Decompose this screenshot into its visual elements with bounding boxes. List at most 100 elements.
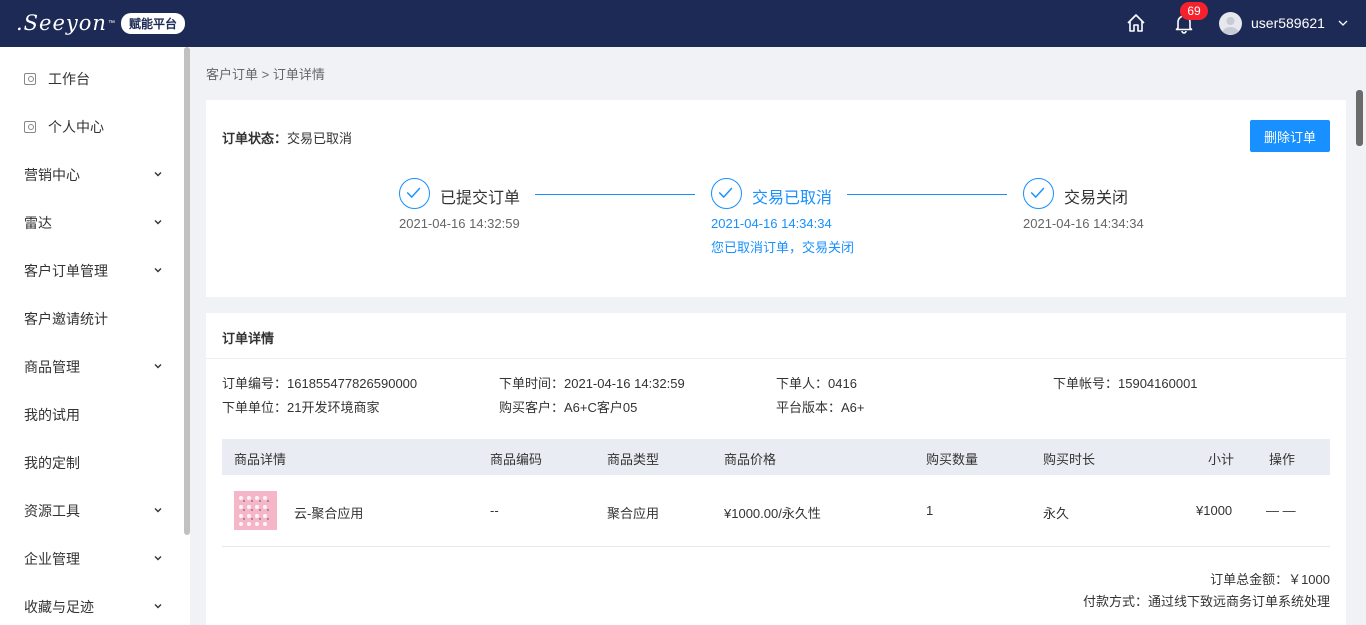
table-header: 商品详情 商品编码 商品类型 商品价格 购买数量 购买时长 小计 操作 bbox=[222, 439, 1330, 475]
logo-tm: ™ bbox=[107, 19, 115, 27]
sidebar-item-label: 营销中心 bbox=[24, 167, 80, 183]
order-total: 订单总金额：￥1000 bbox=[1210, 572, 1330, 587]
sidebar-item-favorites[interactable]: 收藏与足迹 bbox=[0, 583, 184, 625]
column-header: 商品类型 bbox=[607, 452, 660, 467]
sidebar-item-label: 资源工具 bbox=[24, 503, 80, 519]
column-header: 购买数量 bbox=[926, 452, 979, 467]
chevron-down-icon bbox=[154, 268, 162, 273]
chevron-down-icon bbox=[154, 172, 162, 177]
order-detail-card: 订单详情 订单编号：161855477826590000 下单时间：2021-0… bbox=[206, 313, 1346, 625]
sidebar-item-products[interactable]: 商品管理 bbox=[0, 343, 184, 391]
sidebar-item-invite-stats[interactable]: 客户邀请统计 bbox=[0, 295, 184, 343]
platform-version: 平台版本：A6+ bbox=[776, 400, 865, 415]
buyer-customer: 购买客户：A6+C客户05 bbox=[499, 400, 638, 415]
sidebar-item-marketing[interactable]: 营销中心 bbox=[0, 151, 184, 199]
workbench-icon bbox=[24, 73, 36, 85]
sidebar-item-enterprise[interactable]: 企业管理 bbox=[0, 535, 184, 583]
order-status-card: 订单状态：交易已取消 删除订单 已提交订单 2021-04-16 14:32:5… bbox=[206, 100, 1346, 297]
seeyon-logo[interactable]: .Seeyon ™ 赋能平台 bbox=[16, 9, 185, 37]
order-status-label: 订单状态： bbox=[222, 131, 288, 146]
main-scrollbar-thumb[interactable] bbox=[1356, 90, 1363, 146]
order-unit: 下单单位：21开发环境商家 bbox=[222, 400, 380, 415]
sidebar-item-label: 雷达 bbox=[24, 215, 52, 231]
avatar[interactable] bbox=[1219, 12, 1242, 35]
sidebar-item-label: 我的试用 bbox=[24, 407, 80, 423]
order-account: 下单帐号：15904160001 bbox=[1053, 376, 1198, 391]
sidebar-scrollbar[interactable] bbox=[184, 47, 190, 535]
chevron-down-icon bbox=[154, 364, 162, 369]
step-description: 您已取消订单，交易关闭 bbox=[711, 240, 855, 255]
sidebar-item-label: 企业管理 bbox=[24, 551, 80, 567]
column-header: 操作 bbox=[1269, 452, 1296, 467]
sidebar-item-workbench[interactable]: 工作台 bbox=[0, 55, 184, 103]
order-time: 下单时间：2021-04-16 14:32:59 bbox=[499, 376, 685, 391]
step-time: 2021-04-16 14:34:34 bbox=[1023, 216, 1144, 231]
order-detail-title: 订单详情 bbox=[222, 331, 275, 346]
subtotal: ¥1000 bbox=[1196, 503, 1233, 518]
product-name[interactable]: 云-聚合应用 bbox=[294, 503, 363, 522]
breadcrumb: 客户订单 > 订单详情 bbox=[206, 64, 325, 83]
order-status-value: 交易已取消 bbox=[287, 131, 353, 146]
sidebar-item-label: 客户订单管理 bbox=[24, 263, 108, 279]
breadcrumb-separator: > bbox=[261, 67, 270, 82]
notification-badge: 69 bbox=[1180, 2, 1208, 20]
sidebar-item-personal-center[interactable]: 个人中心 bbox=[0, 103, 184, 151]
username[interactable]: user589621 bbox=[1251, 15, 1325, 31]
sidebar-item-customer-orders[interactable]: 客户订单管理 bbox=[0, 247, 184, 295]
chevron-down-icon bbox=[154, 556, 162, 561]
column-header: 商品编码 bbox=[490, 452, 543, 467]
chevron-down-icon[interactable] bbox=[1338, 18, 1348, 28]
divider bbox=[206, 358, 1346, 359]
home-icon[interactable] bbox=[1125, 12, 1147, 34]
product-price: ¥1000.00/永久性 bbox=[724, 506, 821, 521]
orderer: 下单人：0416 bbox=[776, 376, 857, 391]
chevron-down-icon bbox=[154, 508, 162, 513]
delete-order-button[interactable]: 删除订单 bbox=[1250, 120, 1330, 152]
table-row: 云-聚合应用 -- 聚合应用 ¥1000.00/永久性 1 永久 ¥1000 —… bbox=[222, 475, 1330, 547]
user-avatar-icon bbox=[1222, 17, 1239, 34]
sidebar-item-label: 工作台 bbox=[48, 71, 90, 87]
main-scrollbar-track bbox=[1354, 88, 1365, 625]
sidebar: 工作台 个人中心 营销中心 雷达 客户订单管理 客户邀请统计 商品管理 我的试用… bbox=[0, 47, 190, 625]
logo-text: .Seeyon bbox=[16, 11, 107, 35]
sidebar-item-radar[interactable]: 雷达 bbox=[0, 199, 184, 247]
sidebar-item-my-trials[interactable]: 我的试用 bbox=[0, 391, 184, 439]
row-action: — — bbox=[1266, 503, 1296, 518]
step-time: 2021-04-16 14:32:59 bbox=[399, 216, 520, 231]
check-icon bbox=[1023, 178, 1054, 209]
step-title: 交易关闭 bbox=[1064, 190, 1129, 207]
check-icon bbox=[711, 178, 742, 209]
column-header: 商品价格 bbox=[724, 452, 777, 467]
personal-icon bbox=[24, 121, 36, 133]
breadcrumb-parent[interactable]: 客户订单 bbox=[206, 67, 258, 82]
payment-method: 付款方式：通过线下致远商务订单系统处理 bbox=[1082, 594, 1330, 609]
step-title: 已提交订单 bbox=[440, 190, 521, 207]
sidebar-item-label: 我的定制 bbox=[24, 455, 80, 471]
platform-badge: 赋能平台 bbox=[120, 12, 185, 34]
step-title: 交易已取消 bbox=[752, 190, 833, 207]
chevron-down-icon bbox=[154, 604, 162, 609]
product-type: 聚合应用 bbox=[607, 506, 660, 521]
check-icon bbox=[399, 178, 430, 209]
purchase-quantity: 1 bbox=[926, 503, 934, 518]
sidebar-item-label: 商品管理 bbox=[24, 359, 80, 375]
step-time: 2021-04-16 14:34:34 bbox=[711, 216, 832, 231]
step-connector bbox=[847, 194, 1007, 195]
order-number: 订单编号：161855477826590000 bbox=[222, 376, 418, 391]
column-header: 商品详情 bbox=[234, 452, 287, 467]
sidebar-item-my-customizations[interactable]: 我的定制 bbox=[0, 439, 184, 487]
purchase-duration: 永久 bbox=[1043, 506, 1070, 521]
breadcrumb-current: 订单详情 bbox=[272, 67, 325, 82]
sidebar-item-label: 个人中心 bbox=[48, 119, 104, 135]
column-header: 小计 bbox=[1208, 452, 1235, 467]
order-status: 订单状态：交易已取消 bbox=[222, 128, 352, 147]
sidebar-item-resource-tools[interactable]: 资源工具 bbox=[0, 487, 184, 535]
product-code: -- bbox=[490, 503, 499, 518]
sidebar-item-label: 客户邀请统计 bbox=[24, 311, 108, 327]
product-thumbnail bbox=[234, 491, 277, 530]
top-navbar: .Seeyon ™ 赋能平台 69 user589621 bbox=[0, 0, 1366, 47]
chevron-down-icon bbox=[154, 220, 162, 225]
step-connector bbox=[535, 194, 695, 195]
sidebar-item-label: 收藏与足迹 bbox=[24, 599, 94, 615]
column-header: 购买时长 bbox=[1043, 452, 1096, 467]
